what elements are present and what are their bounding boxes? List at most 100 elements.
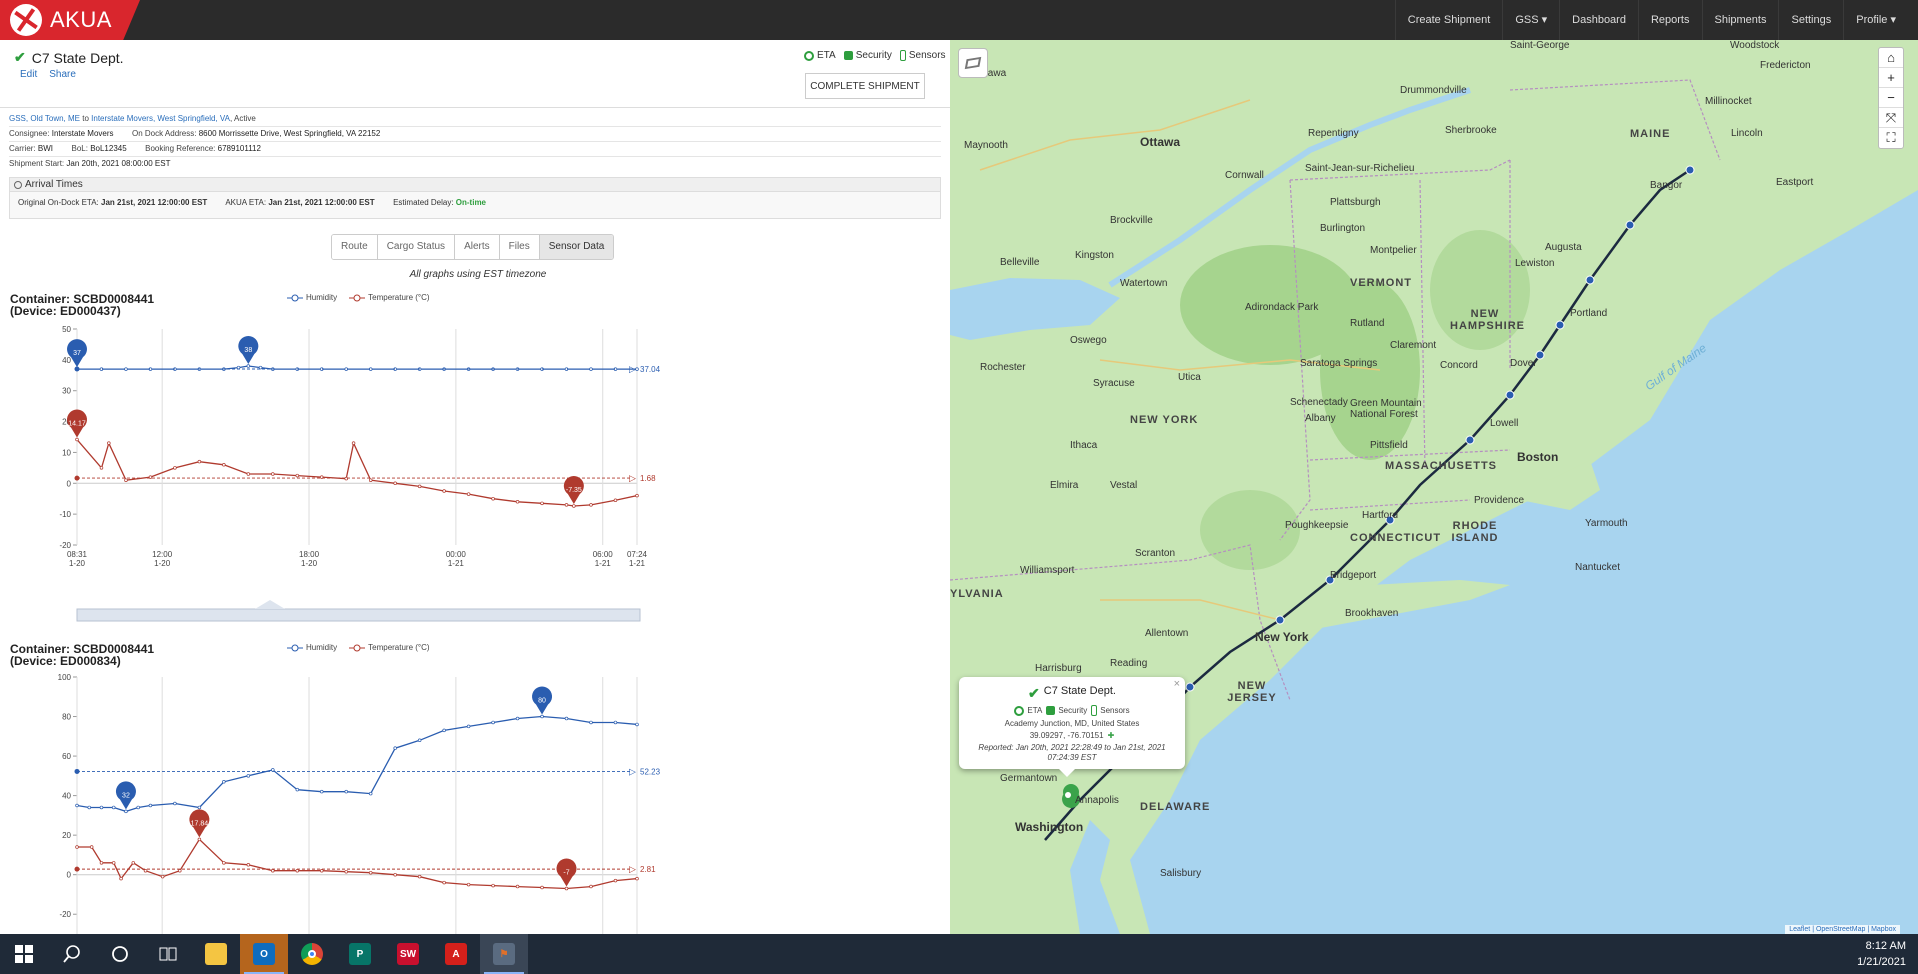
layers-icon bbox=[964, 56, 982, 70]
task-view-button[interactable] bbox=[144, 934, 192, 974]
data-point bbox=[564, 716, 569, 721]
check-icon: ✔ bbox=[1028, 685, 1040, 701]
popup-title: C7 State Dept. bbox=[1043, 685, 1116, 697]
map-city-label: Williamsport bbox=[1020, 565, 1075, 576]
map-city-label: Harrisburg bbox=[1035, 663, 1082, 674]
satellite-icon: ✚ bbox=[1107, 731, 1115, 740]
layers-button[interactable] bbox=[958, 48, 988, 78]
map-city-label: Allentown bbox=[1145, 628, 1189, 639]
sensors-label: Sensors bbox=[908, 50, 946, 61]
solidworks-button[interactable]: SW bbox=[384, 934, 432, 974]
nav-dashboard[interactable]: Dashboard bbox=[1559, 0, 1638, 40]
white-mountains-forest bbox=[1430, 230, 1530, 350]
highway bbox=[1100, 599, 1281, 621]
nav-shipments[interactable]: Shipments bbox=[1701, 0, 1779, 40]
map-state-label: RHODE ISLAND bbox=[1451, 520, 1499, 544]
nav-profile-dropdown[interactable]: Profile ▾ bbox=[1843, 0, 1908, 40]
publisher-button[interactable]: P bbox=[336, 934, 384, 974]
remote-app-icon: ⚑ bbox=[493, 943, 515, 965]
map-city-label: Ottawa bbox=[1140, 135, 1181, 149]
shipment-detail-panel: ✔ C7 State Dept. Edit Share ETA Security… bbox=[0, 40, 950, 934]
y-tick-label: 40 bbox=[62, 792, 71, 801]
fullscreen-icon[interactable]: ⛶ bbox=[1879, 128, 1903, 148]
map-city-label: New York bbox=[1255, 630, 1309, 644]
extreme-marker-label: -7 bbox=[563, 870, 569, 877]
data-point bbox=[320, 868, 324, 873]
map-state-label: NEW HAMPSHIRE bbox=[1450, 308, 1526, 332]
file-explorer-button[interactable] bbox=[192, 934, 240, 974]
home-icon[interactable]: ⌂ bbox=[1879, 48, 1903, 68]
data-point bbox=[613, 720, 618, 725]
complete-shipment-button[interactable]: COMPLETE SHIPMENT bbox=[805, 73, 925, 99]
nav-reports[interactable]: Reports bbox=[1637, 0, 1702, 40]
outlook-button[interactable]: O bbox=[240, 934, 288, 974]
data-point bbox=[75, 803, 79, 808]
data-point bbox=[368, 791, 373, 796]
remote-app-button[interactable]: ⚑ bbox=[480, 934, 528, 974]
data-point bbox=[271, 868, 275, 873]
map-city-label: Woodstock bbox=[1730, 40, 1780, 51]
map-city-label: Utica bbox=[1178, 372, 1201, 383]
y-tick-label: -20 bbox=[59, 910, 71, 919]
maine-canada-border bbox=[1509, 79, 1721, 161]
zoom-out-button[interactable]: − bbox=[1879, 88, 1903, 108]
data-point bbox=[111, 861, 116, 865]
clock-time: 8:12 AM bbox=[1865, 940, 1906, 952]
lake-ontario bbox=[950, 278, 1120, 340]
map-city-label: Plattsburgh bbox=[1330, 197, 1381, 208]
map-city-label: Lowell bbox=[1490, 418, 1519, 429]
map-city-label: Vestal bbox=[1110, 480, 1138, 491]
nav-settings[interactable]: Settings bbox=[1778, 0, 1843, 40]
map-city-label: Germantown bbox=[1000, 773, 1058, 784]
route-map[interactable]: Ottawa Repentigny Saint-Jean-sur-Richeli… bbox=[950, 40, 1918, 934]
chrome-icon bbox=[301, 943, 323, 965]
data-point bbox=[320, 789, 324, 794]
acrobat-button[interactable]: A bbox=[432, 934, 480, 974]
data-point bbox=[148, 803, 153, 808]
data-point bbox=[515, 884, 520, 889]
taskbar-search-button[interactable] bbox=[48, 934, 96, 974]
map-controls: ⌂ + − ⤧ ⛶ bbox=[1878, 47, 1904, 149]
data-point bbox=[344, 869, 348, 874]
data-point bbox=[222, 861, 226, 865]
chrome-button[interactable] bbox=[288, 934, 336, 974]
map-city-label: Cornwall bbox=[1225, 170, 1264, 181]
akua-logo[interactable]: AKUA bbox=[0, 0, 140, 40]
map-city-label: Concord bbox=[1440, 360, 1478, 371]
main-nav: Create Shipment GSS ▾ Dashboard Reports … bbox=[1394, 0, 1908, 40]
series-line-humidity bbox=[76, 715, 638, 813]
map-city-label: Salisbury bbox=[1160, 868, 1202, 879]
fit-bounds-icon[interactable]: ⤧ bbox=[1879, 108, 1903, 128]
map-city-label: Annapolis bbox=[1075, 795, 1119, 806]
acrobat-icon: A bbox=[445, 943, 467, 965]
battery-icon bbox=[899, 50, 906, 61]
zoom-in-button[interactable]: + bbox=[1879, 68, 1903, 88]
current-location-pin-dot bbox=[1065, 792, 1071, 798]
cortana-button[interactable] bbox=[96, 934, 144, 974]
nav-create-shipment[interactable]: Create Shipment bbox=[1394, 0, 1503, 40]
windows-start-button[interactable] bbox=[0, 934, 48, 974]
popup-close-icon[interactable]: × bbox=[1174, 678, 1180, 690]
map-city-label: Burlington bbox=[1320, 223, 1366, 234]
map-attribution[interactable]: Leaflet | OpenStreetMap | Mapbox bbox=[1785, 925, 1900, 934]
series-line-temperature bbox=[77, 838, 638, 890]
data-point bbox=[344, 789, 348, 794]
nav-gss-dropdown[interactable]: GSS ▾ bbox=[1502, 0, 1559, 40]
map-state-label: VERMONT bbox=[1350, 277, 1412, 289]
map-city-label: Washington bbox=[1015, 820, 1084, 834]
map-city-label: Pittsfield bbox=[1370, 440, 1408, 451]
popup-reported: Reported: Jan 20th, 2021 22:28:49 to Jan… bbox=[978, 743, 1166, 762]
system-clock[interactable]: 8:12 AM 1/21/2021 bbox=[1857, 938, 1906, 970]
windows-taskbar: O P SW A ⚑ 8:12 AM 1/21/2021 bbox=[0, 934, 1918, 974]
data-point bbox=[589, 884, 593, 889]
data-point bbox=[491, 883, 495, 888]
y-tick-label: 20 bbox=[62, 831, 71, 840]
y-tick-label: 100 bbox=[58, 673, 72, 682]
data-point bbox=[246, 863, 251, 867]
battery-icon bbox=[1091, 705, 1098, 716]
ct-border bbox=[1309, 499, 1471, 511]
map-city-label: Saratoga Springs bbox=[1300, 358, 1378, 369]
data-point bbox=[87, 805, 91, 810]
average-start-dot bbox=[74, 768, 80, 774]
data-point bbox=[635, 722, 639, 727]
